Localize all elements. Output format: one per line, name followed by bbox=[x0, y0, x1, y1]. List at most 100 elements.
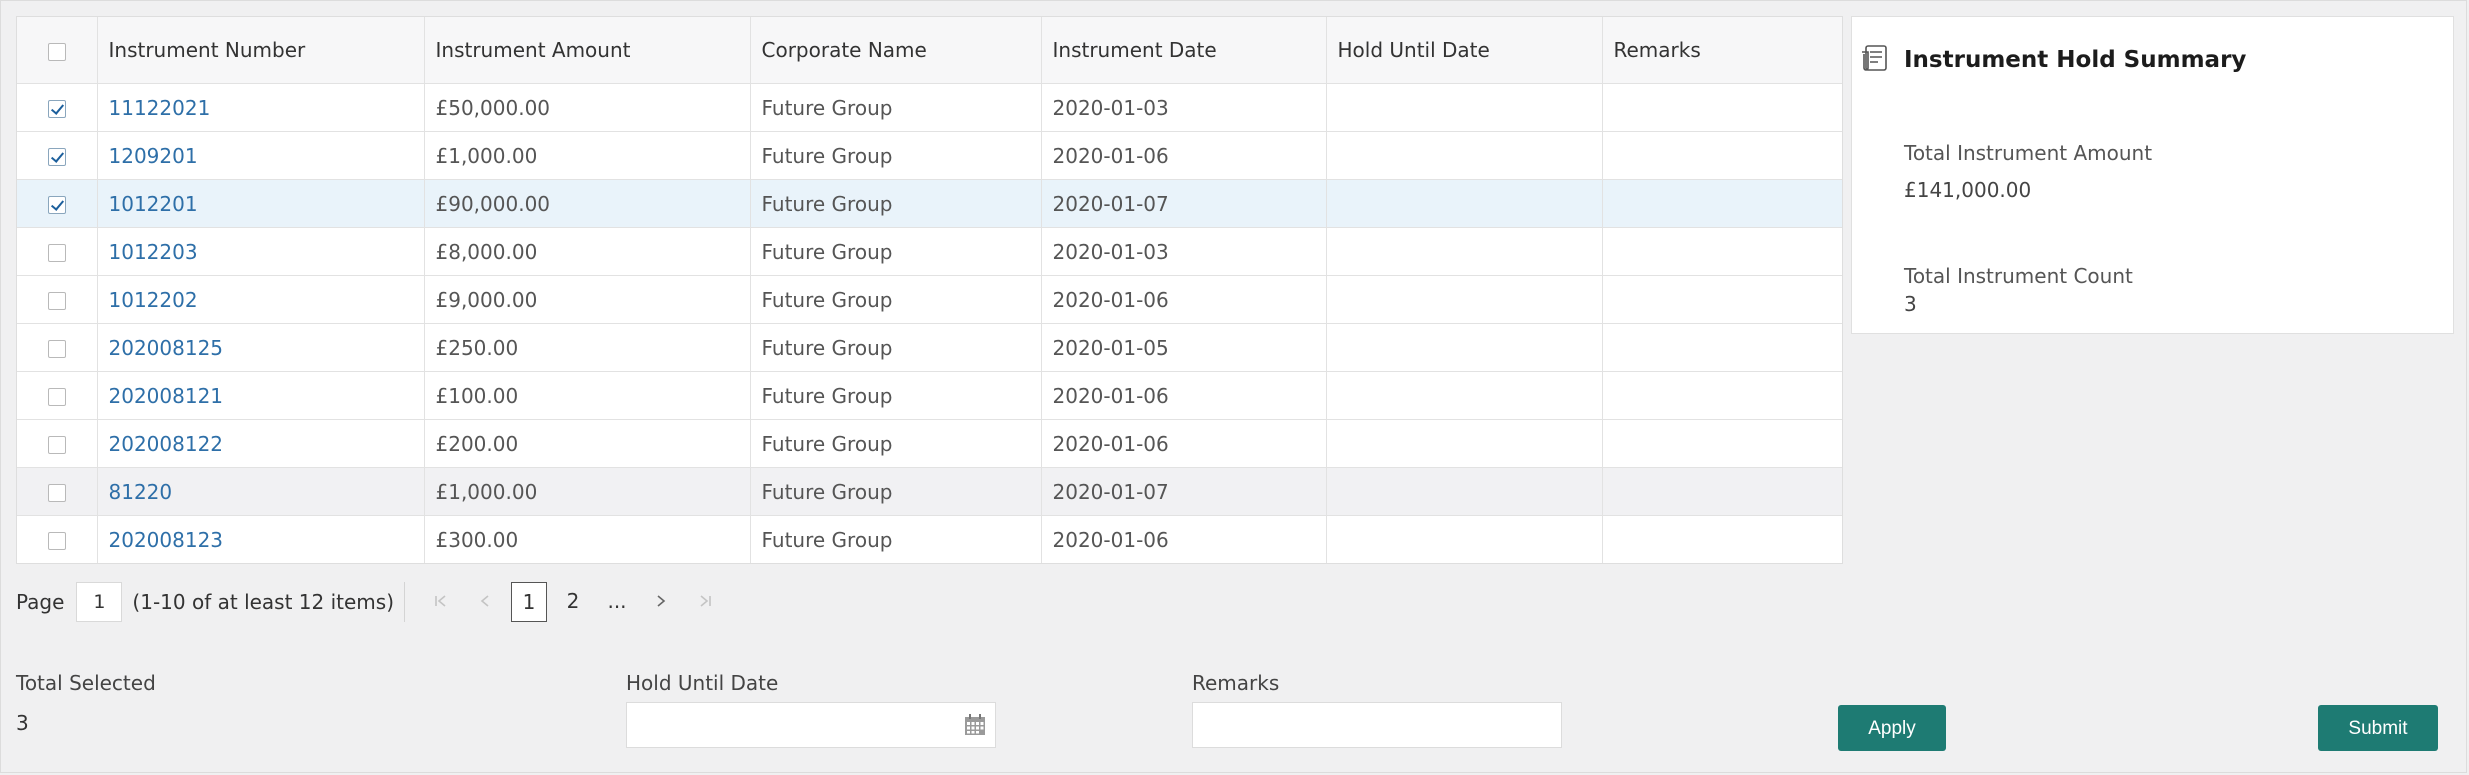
remarks-cell bbox=[1602, 516, 1842, 564]
column-header-remarks[interactable]: Remarks bbox=[1602, 17, 1842, 84]
instrument-number-cell[interactable]: 202008123 bbox=[97, 515, 425, 563]
remarks-input[interactable] bbox=[1192, 702, 1562, 748]
instrument-number-cell[interactable]: 202008122 bbox=[97, 419, 425, 468]
hold-until-date-cell bbox=[1326, 275, 1603, 324]
hold-until-date-cell bbox=[1326, 131, 1603, 180]
table-row[interactable]: 1209201 £1,000.00 Future Group 2020-01-06 bbox=[17, 131, 1842, 180]
total-instrument-amount-label: Total Instrument Amount bbox=[1904, 141, 2153, 165]
instrument-date-cell: 2020-01-06 bbox=[1041, 371, 1327, 420]
total-instrument-count-value: 3 bbox=[1904, 292, 1917, 316]
row-checkbox-cell[interactable] bbox=[17, 419, 98, 468]
column-header-hold-until-date[interactable]: Hold Until Date bbox=[1326, 17, 1603, 84]
instrument-number-cell[interactable]: 1012201 bbox=[97, 179, 425, 228]
row-checkbox-cell[interactable] bbox=[17, 83, 98, 132]
table-row[interactable]: 202008122 £200.00 Future Group 2020-01-06 bbox=[17, 419, 1842, 468]
page-ellipsis[interactable]: ... bbox=[599, 582, 635, 622]
first-page-icon[interactable] bbox=[433, 590, 449, 615]
instrument-amount-cell: £300.00 bbox=[424, 515, 751, 563]
row-checkbox-cell[interactable] bbox=[17, 179, 98, 228]
row-checkbox-cell[interactable] bbox=[17, 323, 98, 372]
table-row[interactable]: 202008123 £300.00 Future Group 2020-01-06 bbox=[17, 515, 1842, 564]
last-page-icon[interactable] bbox=[697, 590, 713, 615]
prev-page-icon[interactable] bbox=[477, 590, 493, 615]
calendar-icon[interactable] bbox=[963, 713, 987, 741]
hold-until-date-input[interactable] bbox=[626, 702, 996, 748]
hold-until-date-cell bbox=[1326, 467, 1603, 516]
instrument-number-cell[interactable]: 202008125 bbox=[97, 323, 425, 372]
instrument-date-cell: 2020-01-06 bbox=[1041, 275, 1327, 324]
row-checkbox[interactable] bbox=[47, 100, 66, 118]
corporate-name-cell: Future Group bbox=[750, 515, 1042, 563]
total-selected-label: Total Selected bbox=[16, 671, 156, 695]
table-row[interactable]: 11122021 £50,000.00 Future Group 2020-01-03 bbox=[17, 83, 1842, 132]
document-list-icon bbox=[1860, 43, 1904, 77]
instrument-amount-cell: £200.00 bbox=[424, 419, 751, 468]
table-row[interactable]: 81220 £1,000.00 Future Group 2020-01-07 bbox=[17, 467, 1842, 516]
row-checkbox[interactable] bbox=[47, 244, 66, 262]
row-checkbox[interactable] bbox=[47, 196, 66, 214]
select-all-checkbox-cell[interactable] bbox=[17, 17, 98, 84]
instrument-amount-cell: £50,000.00 bbox=[424, 83, 751, 132]
instrument-number-cell[interactable]: 1012202 bbox=[97, 275, 425, 324]
corporate-name-cell: Future Group bbox=[750, 467, 1042, 516]
row-checkbox[interactable] bbox=[47, 292, 66, 310]
row-checkbox-cell[interactable] bbox=[17, 275, 98, 324]
total-selected-value: 3 bbox=[16, 711, 29, 735]
table-row[interactable]: 202008125 £250.00 Future Group 2020-01-05 bbox=[17, 323, 1842, 372]
instrument-date-cell: 2020-01-06 bbox=[1041, 515, 1327, 563]
table-row[interactable]: 1012202 £9,000.00 Future Group 2020-01-06 bbox=[17, 275, 1842, 324]
page-button-2[interactable]: 2 bbox=[555, 582, 591, 622]
table-row[interactable]: 1012203 £8,000.00 Future Group 2020-01-03 bbox=[17, 227, 1842, 276]
instrument-date-cell: 2020-01-03 bbox=[1041, 227, 1327, 276]
instrument-amount-cell: £8,000.00 bbox=[424, 227, 751, 276]
summary-title: Instrument Hold Summary bbox=[1904, 47, 2247, 73]
pagination-divider bbox=[404, 582, 406, 622]
row-checkbox-cell[interactable] bbox=[17, 227, 98, 276]
remarks-cell bbox=[1602, 371, 1842, 420]
row-checkbox-cell[interactable] bbox=[17, 371, 98, 420]
instrument-number-cell[interactable]: 11122021 bbox=[97, 83, 425, 132]
column-header-corporate-name[interactable]: Corporate Name bbox=[750, 17, 1042, 84]
select-all-checkbox[interactable] bbox=[47, 42, 66, 61]
page-number-input[interactable]: 1 bbox=[76, 582, 123, 622]
instrument-date-cell: 2020-01-07 bbox=[1041, 179, 1327, 228]
column-header-instrument-number[interactable]: Instrument Number bbox=[97, 17, 425, 84]
instrument-number-cell[interactable]: 202008121 bbox=[97, 371, 425, 420]
page-range-text: (1-10 of at least 12 items) bbox=[132, 590, 395, 614]
instrument-number-cell[interactable]: 81220 bbox=[97, 467, 425, 516]
pagination-bar: Page 1 (1-10 of at least 12 items) 1 2 .… bbox=[16, 578, 727, 626]
corporate-name-cell: Future Group bbox=[750, 275, 1042, 324]
hold-until-date-cell bbox=[1326, 419, 1603, 468]
apply-button[interactable]: Apply bbox=[1838, 705, 1946, 751]
submit-button[interactable]: Submit bbox=[2318, 705, 2438, 751]
column-header-instrument-amount[interactable]: Instrument Amount bbox=[424, 17, 751, 84]
row-checkbox-cell[interactable] bbox=[17, 131, 98, 180]
next-page-icon[interactable] bbox=[653, 590, 669, 615]
remarks-cell bbox=[1602, 419, 1842, 468]
instrument-table: Instrument Number Instrument Amount Corp… bbox=[16, 16, 1843, 564]
hold-until-date-cell bbox=[1326, 179, 1603, 228]
remarks-cell bbox=[1602, 227, 1842, 276]
row-checkbox-cell[interactable] bbox=[17, 515, 98, 563]
table-row[interactable]: 202008121 £100.00 Future Group 2020-01-06 bbox=[17, 371, 1842, 420]
row-checkbox[interactable] bbox=[47, 436, 66, 454]
hold-until-date-cell bbox=[1326, 323, 1603, 372]
hold-until-date-label: Hold Until Date bbox=[626, 671, 779, 695]
corporate-name-cell: Future Group bbox=[750, 179, 1042, 228]
column-header-instrument-date[interactable]: Instrument Date bbox=[1041, 17, 1327, 84]
row-checkbox[interactable] bbox=[47, 388, 66, 406]
row-checkbox[interactable] bbox=[47, 532, 66, 550]
instrument-amount-cell: £1,000.00 bbox=[424, 131, 751, 180]
row-checkbox[interactable] bbox=[47, 340, 66, 358]
row-checkbox[interactable] bbox=[47, 148, 66, 166]
corporate-name-cell: Future Group bbox=[750, 83, 1042, 132]
page-button-1[interactable]: 1 bbox=[511, 582, 548, 622]
instrument-amount-cell: £250.00 bbox=[424, 323, 751, 372]
row-checkbox-cell[interactable] bbox=[17, 467, 98, 516]
instrument-number-cell[interactable]: 1012203 bbox=[97, 227, 425, 276]
row-checkbox[interactable] bbox=[47, 484, 66, 502]
table-row[interactable]: 1012201 £90,000.00 Future Group 2020-01-07 bbox=[17, 179, 1842, 228]
instrument-date-cell: 2020-01-03 bbox=[1041, 83, 1327, 132]
instrument-number-cell[interactable]: 1209201 bbox=[97, 131, 425, 180]
remarks-cell bbox=[1602, 323, 1842, 372]
